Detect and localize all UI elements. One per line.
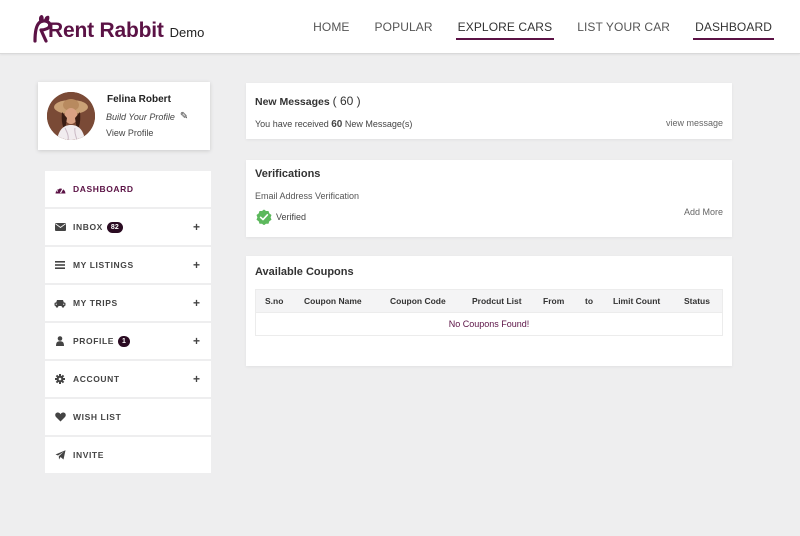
profile-card: Felina Robert Build Your Profile ✎ View … — [38, 82, 210, 150]
brand-logo[interactable]: Rent Rabbit Demo — [32, 10, 204, 44]
column-header-coupon-name: Coupon Name — [304, 296, 362, 306]
avatar[interactable] — [47, 92, 95, 140]
sidebar-item-profile[interactable]: PROFILE 1 + — [45, 323, 211, 359]
sidebar-item-my-listings[interactable]: MY LISTINGS + — [45, 247, 211, 283]
column-header-sno: S.no — [265, 296, 284, 306]
sidebar-item-account[interactable]: ACCOUNT + — [45, 361, 211, 397]
inbox-count-badge: 82 — [106, 221, 123, 233]
sidebar-item-label: DASHBOARD — [73, 184, 134, 194]
coupons-table: S.no Coupon Name Coupon Code Prodcut Lis… — [255, 289, 723, 336]
nav-popular[interactable]: POPULAR — [375, 0, 433, 54]
nav-list-your-car[interactable]: LIST YOUR CAR — [577, 0, 670, 54]
dashboard-icon — [54, 183, 66, 195]
sidebar-item-label: PROFILE — [73, 336, 115, 346]
heart-icon — [54, 411, 66, 423]
messages-title-text: New Messages — [255, 96, 330, 108]
view-message-link[interactable]: view message — [666, 118, 723, 128]
sidebar-item-label: INBOX — [73, 222, 103, 232]
no-coupons-message: No Coupons Found! — [448, 319, 530, 329]
sidebar-item-inbox[interactable]: INBOX 82 + — [45, 209, 211, 245]
coupons-title: Available Coupons — [255, 266, 354, 278]
sidebar-item-label: MY TRIPS — [73, 298, 118, 308]
brand-suffix: Demo — [169, 25, 205, 40]
sidebar-item-my-trips[interactable]: MY TRIPS + — [45, 285, 211, 321]
top-header: Rent Rabbit Demo HOME POPULAR EXPLORE CA… — [0, 0, 800, 54]
view-profile-link[interactable]: View Profile — [106, 128, 153, 138]
paper-plane-icon — [54, 449, 66, 461]
envelope-icon — [54, 221, 66, 233]
list-icon — [54, 259, 66, 271]
coupons-empty-row: No Coupons Found! — [256, 312, 722, 335]
profile-name: Felina Robert — [107, 94, 171, 105]
messages-summary-count: 60 — [331, 119, 343, 130]
available-coupons-card: Available Coupons S.no Coupon Name Coupo… — [246, 256, 732, 366]
gear-icon — [54, 373, 66, 385]
avatar-image — [47, 92, 95, 140]
sidebar-menu: DASHBOARD INBOX 82 + MY LISTINGS + MY TR… — [45, 171, 211, 475]
messages-count: ( 60 ) — [332, 94, 361, 108]
expand-plus-icon[interactable]: + — [193, 220, 200, 234]
column-header-product-list: Prodcut List — [472, 296, 522, 306]
messages-summary: You have received 60 New Message(s) — [255, 119, 412, 130]
messages-title: New Messages ( 60 ) — [255, 94, 361, 108]
verifications-card: Verifications Email Address Verification… — [246, 160, 732, 237]
nav-explore-cars[interactable]: EXPLORE CARS — [455, 0, 554, 54]
column-header-limit-count: Limit Count — [613, 296, 661, 306]
column-header-to: to — [585, 296, 594, 306]
build-profile-link[interactable]: Build Your Profile ✎ — [106, 111, 188, 122]
column-header-from: From — [543, 296, 565, 306]
messages-summary-prefix: You have received — [255, 119, 329, 129]
verified-check-icon — [256, 209, 272, 225]
sidebar-item-label: ACCOUNT — [73, 374, 120, 384]
expand-plus-icon[interactable]: + — [193, 258, 200, 272]
column-header-status: Status — [684, 296, 710, 306]
verification-status: Verified — [256, 209, 306, 225]
column-header-coupon-code: Coupon Code — [390, 296, 446, 306]
expand-plus-icon[interactable]: + — [193, 372, 200, 386]
sidebar-item-wish-list[interactable]: WISH LIST — [45, 399, 211, 435]
add-more-link[interactable]: Add More — [684, 207, 723, 217]
verified-text: Verified — [276, 212, 307, 222]
build-profile-label: Build Your Profile — [106, 111, 175, 122]
verifications-title: Verifications — [255, 168, 321, 180]
brand-name: Rent Rabbit — [48, 19, 164, 42]
profile-count-badge: 1 — [118, 335, 130, 347]
sidebar-item-invite[interactable]: INVITE — [45, 437, 211, 473]
expand-plus-icon[interactable]: + — [193, 296, 200, 310]
email-verification-label: Email Address Verification — [255, 191, 360, 201]
rabbit-logo-icon — [33, 15, 52, 43]
coupons-table-header: S.no Coupon Name Coupon Code Prodcut Lis… — [256, 290, 722, 312]
new-messages-card: New Messages ( 60 ) You have received 60… — [246, 83, 732, 139]
sidebar-item-label: INVITE — [73, 450, 104, 460]
sidebar-item-dashboard[interactable]: DASHBOARD — [45, 171, 211, 207]
user-icon — [54, 335, 66, 347]
sidebar-item-label: WISH LIST — [73, 412, 122, 422]
nav-home[interactable]: HOME — [313, 0, 349, 54]
main-nav: HOME POPULAR EXPLORE CARS LIST YOUR CAR … — [288, 0, 774, 54]
expand-plus-icon[interactable]: + — [193, 334, 200, 348]
messages-summary-suffix: New Message(s) — [344, 119, 413, 129]
nav-dashboard[interactable]: DASHBOARD — [693, 0, 774, 54]
pencil-icon: ✎ — [179, 111, 189, 122]
car-icon — [54, 297, 66, 309]
sidebar-item-label: MY LISTINGS — [73, 260, 134, 270]
